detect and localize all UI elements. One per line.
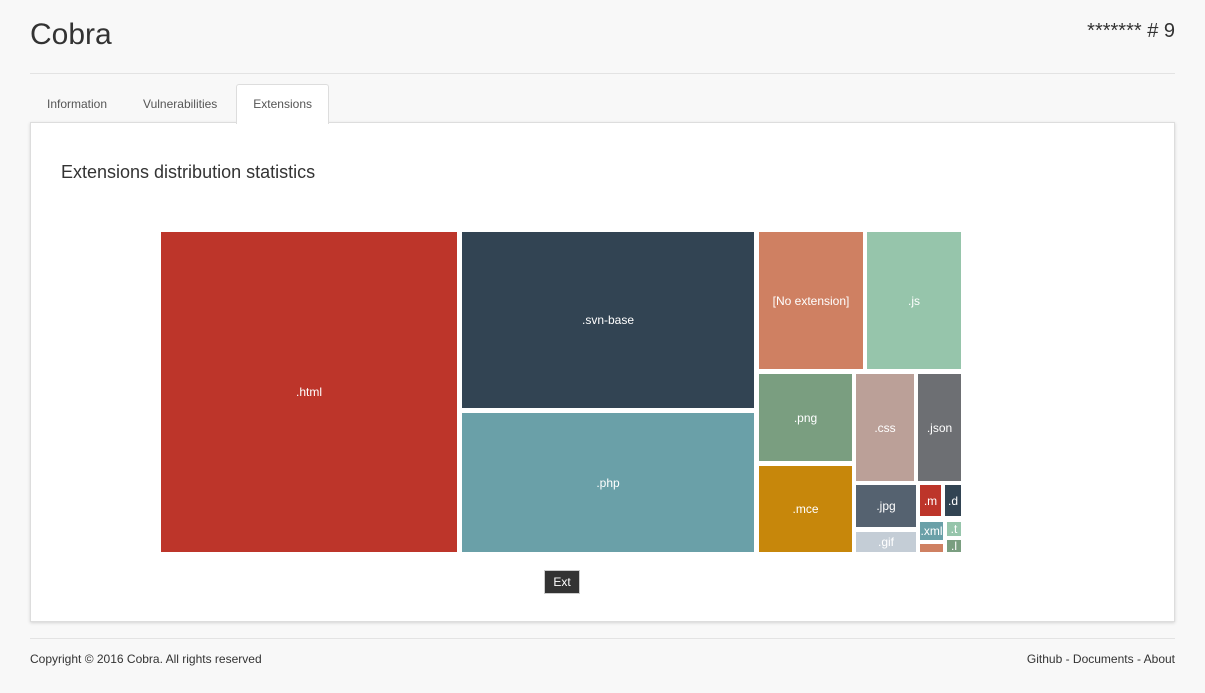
treemap-cell-php-2[interactable]: .php — [462, 413, 754, 552]
treemap-cell-js-4[interactable]: .js — [867, 232, 961, 369]
treemap-cell-xml-13[interactable]: .xml — [920, 522, 943, 540]
footer-link-github[interactable]: Github — [1027, 652, 1062, 666]
treemap-cell-jpg-9[interactable]: .jpg — [856, 485, 916, 527]
treemap-cell-gif-12[interactable]: .gif — [856, 532, 916, 552]
footer-link-documents[interactable]: Documents — [1073, 652, 1134, 666]
treemap-cell-d-11[interactable]: .d — [945, 485, 961, 516]
treemap-cell-m-10[interactable]: .m — [920, 485, 941, 516]
legend-toggle-ext[interactable]: Ext — [544, 570, 580, 594]
treemap-cell-t-14[interactable]: .t — [947, 522, 961, 536]
task-id: ******* # 9 — [1087, 20, 1175, 42]
treemap-cell-unlabeled-15[interactable] — [920, 544, 943, 552]
tab-bar: Information Vulnerabilities Extensions — [30, 84, 331, 124]
footer-divider — [30, 638, 1175, 639]
tab-information[interactable]: Information — [30, 84, 124, 123]
extensions-treemap: .html .svn-base .php [No extension] .js .png.… — [161, 232, 961, 552]
treemap-cell-mce-8[interactable]: .mce — [759, 466, 852, 552]
panel-title: Extensions distribution statistics — [61, 162, 316, 182]
copyright-text: Copyright © 2016 Cobra. All rights reser… — [30, 652, 262, 666]
header-divider — [30, 73, 1175, 74]
footer-link-about[interactable]: About — [1144, 652, 1175, 666]
tab-extensions[interactable]: Extensions — [236, 84, 329, 124]
tab-vulnerabilities[interactable]: Vulnerabilities — [126, 84, 234, 123]
treemap-cell-l-16[interactable]: .l — [947, 540, 961, 552]
treemap-cell-svn-base-1[interactable]: .svn-base — [462, 232, 754, 408]
brand-title: Cobra — [30, 18, 112, 51]
footer-links: Github - Documents - About — [1026, 652, 1175, 666]
extensions-panel: Extensions distribution statistics .html… — [30, 122, 1175, 622]
treemap-cell-html-0[interactable]: .html — [161, 232, 457, 552]
treemap-cell-json-7[interactable]: .json — [918, 374, 961, 481]
treemap-cell-no-extension-3[interactable]: [No extension] — [759, 232, 863, 369]
treemap-cell-png-5[interactable]: .png — [759, 374, 852, 461]
treemap-cell-css-6[interactable]: .css — [856, 374, 914, 481]
